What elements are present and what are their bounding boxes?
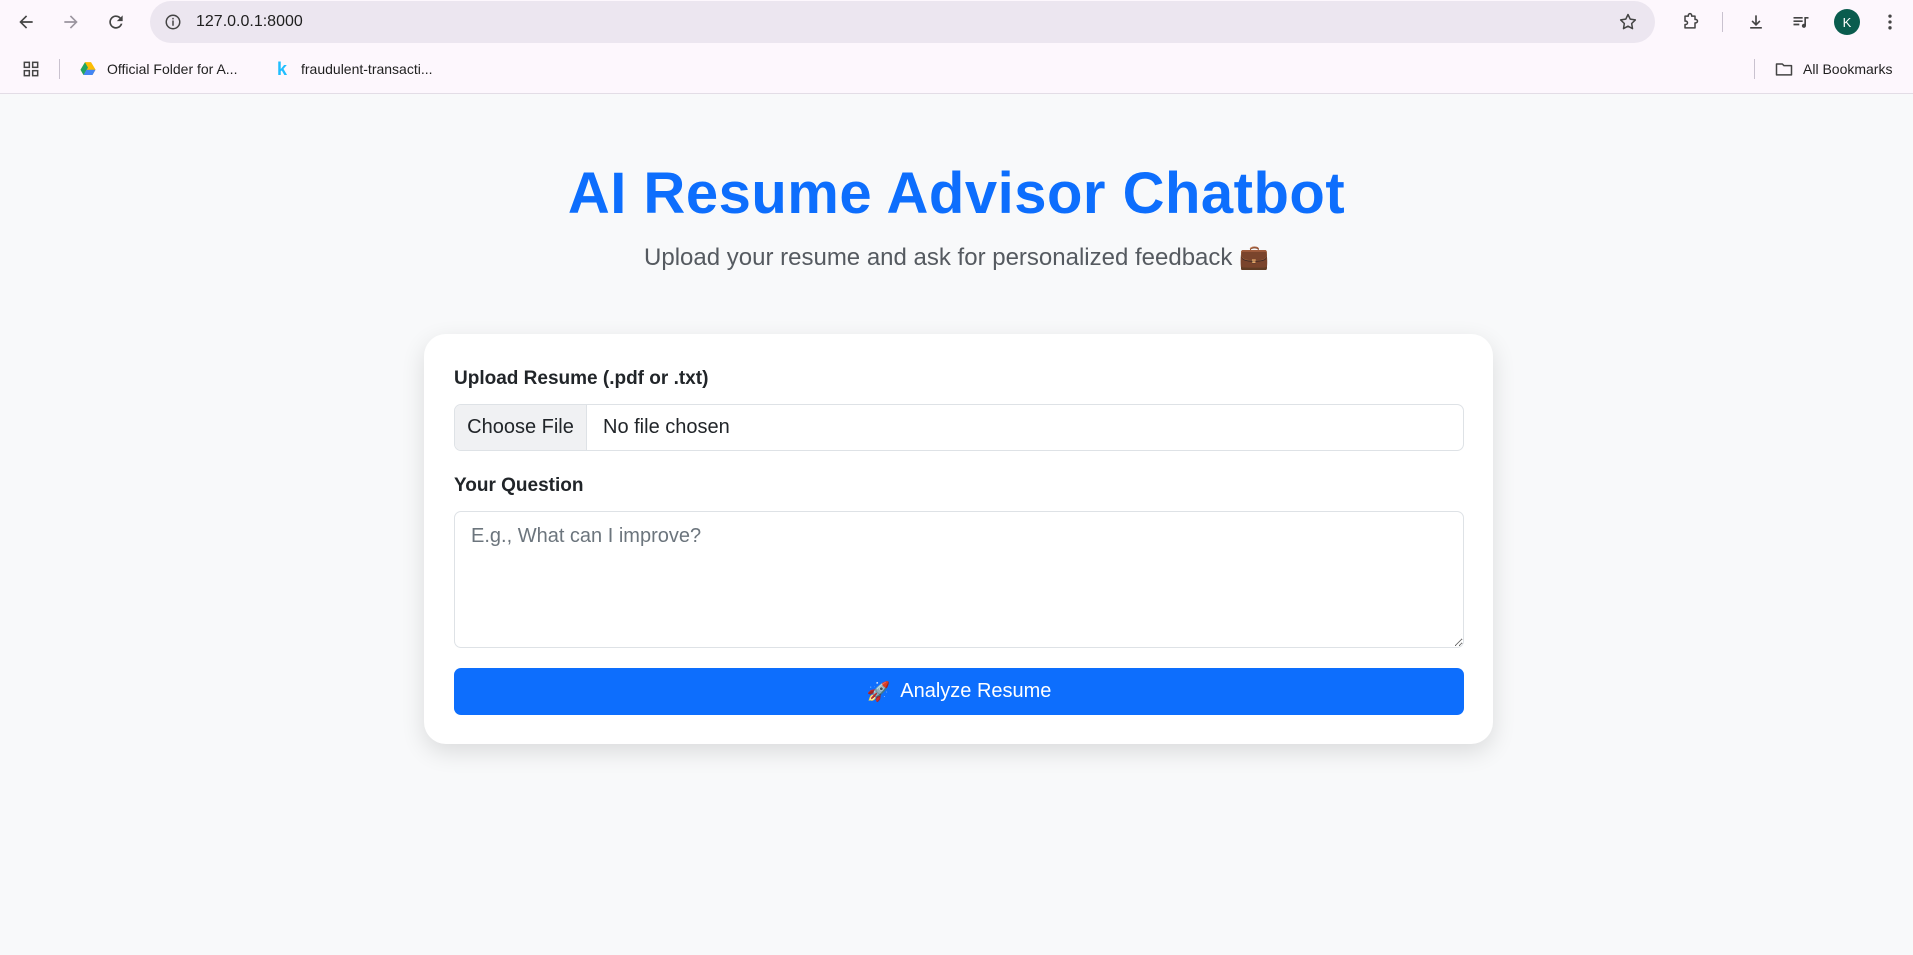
downloads-button[interactable] <box>1742 8 1770 36</box>
browser-menu-button[interactable] <box>1876 8 1904 36</box>
bookmark-official-folder[interactable]: Official Folder for A... <box>78 58 237 80</box>
all-bookmarks-label: All Bookmarks <box>1803 61 1893 77</box>
toolbar-divider <box>1722 12 1723 32</box>
puzzle-icon <box>1684 12 1699 29</box>
apps-button[interactable] <box>17 55 45 83</box>
analyze-resume-label: Analyze Resume <box>900 680 1052 702</box>
kaggle-icon: k <box>276 58 287 79</box>
download-icon <box>1750 15 1762 29</box>
folder-icon <box>1774 59 1794 79</box>
rocket-icon: 🚀 <box>866 681 891 703</box>
back-button[interactable] <box>12 8 40 36</box>
more-vertical-icon <box>1888 14 1892 30</box>
bookmarks-divider-right <box>1754 59 1755 79</box>
bookmarks-divider <box>59 59 60 79</box>
bookmark-star-icon[interactable] <box>1617 11 1639 33</box>
file-status-text: No file chosen <box>603 416 730 438</box>
bookmark-label: fraudulent-transacti... <box>301 61 433 77</box>
url-text[interactable]: 127.0.0.1:8000 <box>196 13 303 31</box>
bookmarks-bar: Official Folder for A... k fraudulent-tr… <box>0 44 1913 94</box>
analyze-resume-button[interactable]: 🚀 Analyze Resume <box>454 668 1464 715</box>
apps-grid-icon <box>23 61 39 77</box>
resume-file-input[interactable]: Choose File No file chosen <box>454 404 1464 451</box>
forward-arrow-icon <box>64 15 78 29</box>
queue-music-icon <box>1793 17 1809 28</box>
profile-avatar[interactable]: K <box>1834 9 1860 35</box>
bookmark-label: Official Folder for A... <box>107 61 238 77</box>
reload-button[interactable] <box>102 8 130 36</box>
choose-file-button[interactable]: Choose File <box>455 405 587 450</box>
question-textarea[interactable] <box>454 511 1464 648</box>
media-controls-button[interactable] <box>1787 8 1815 36</box>
reload-icon <box>109 15 123 29</box>
upload-resume-label: Upload Resume (.pdf or .txt) <box>454 368 709 389</box>
page-title: AI Resume Advisor Chatbot <box>567 161 1346 226</box>
resume-form-card: Upload Resume (.pdf or .txt) Choose File… <box>424 334 1493 744</box>
bookmark-fraudulent-transactions[interactable]: k fraudulent-transacti... <box>272 58 433 80</box>
forward-button[interactable] <box>57 8 85 36</box>
extensions-button[interactable] <box>1676 8 1704 36</box>
browser-toolbar: 127.0.0.1:8000 K <box>0 0 1913 44</box>
back-arrow-icon <box>19 15 33 29</box>
question-label: Your Question <box>454 475 584 496</box>
site-info-icon[interactable] <box>162 11 184 33</box>
page-subtitle: Upload your resume and ask for personali… <box>644 244 1269 271</box>
google-drive-icon <box>78 59 98 79</box>
address-bar[interactable]: 127.0.0.1:8000 <box>150 1 1655 43</box>
all-bookmarks-button[interactable]: All Bookmarks <box>1774 58 1892 80</box>
